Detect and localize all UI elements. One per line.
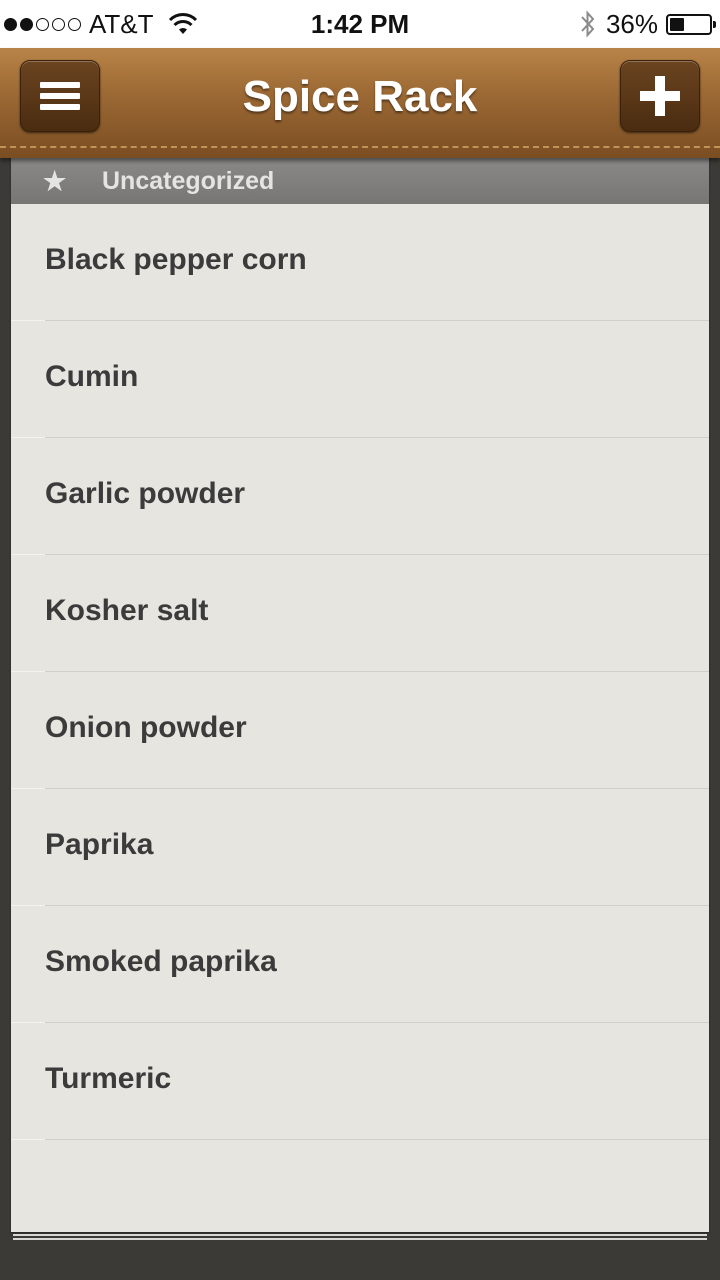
- paper-edge: [13, 1238, 707, 1240]
- cellular-signal-icon: [4, 17, 81, 31]
- add-spice-button[interactable]: [620, 60, 700, 132]
- status-bar: AT&T 1:42 PM 36%: [0, 0, 720, 48]
- battery-percent: 36%: [605, 8, 658, 39]
- plus-icon: [640, 76, 680, 116]
- list-item[interactable]: Smoked paprika: [11, 906, 709, 1023]
- battery-icon: [666, 13, 716, 35]
- paper-edge: [13, 1234, 707, 1236]
- header-stitching: [0, 146, 720, 148]
- section-label: Uncategorized: [102, 167, 275, 195]
- spice-list: Black pepper corn Cumin Garlic powder Ko…: [11, 204, 709, 1236]
- star-icon: ★: [43, 166, 67, 196]
- list-item[interactable]: Garlic powder: [11, 438, 709, 555]
- list-item[interactable]: Turmeric: [11, 1023, 709, 1140]
- list-item-label: Paprika: [45, 828, 154, 861]
- list-item-label: Garlic powder: [45, 477, 246, 510]
- list-item[interactable]: Paprika: [11, 789, 709, 906]
- wifi-icon: [168, 13, 197, 34]
- app-header: Spice Rack: [0, 48, 720, 158]
- list-item[interactable]: Cumin: [11, 321, 709, 438]
- list-item[interactable]: Kosher salt: [11, 555, 709, 672]
- list-item-label: Black pepper corn: [45, 243, 307, 276]
- battery-level-fill: [670, 17, 684, 31]
- list-item-label: Onion powder: [45, 711, 247, 744]
- section-header-uncategorized[interactable]: ★ Uncategorized: [11, 158, 709, 204]
- carrier-name: AT&T: [89, 8, 154, 39]
- list-item[interactable]: Black pepper corn: [11, 204, 709, 321]
- spice-list-panel: ★ Uncategorized Black pepper corn Cumin …: [11, 146, 709, 1232]
- empty-list-space: [45, 1140, 709, 1236]
- list-item-label: Cumin: [45, 360, 139, 393]
- list-item-label: Turmeric: [45, 1062, 172, 1095]
- list-item-label: Kosher salt: [45, 594, 209, 627]
- page-title: Spice Rack: [242, 72, 478, 121]
- bluetooth-icon: [581, 10, 595, 38]
- list-item-label: Smoked paprika: [45, 945, 277, 978]
- list-item[interactable]: Onion powder: [11, 672, 709, 789]
